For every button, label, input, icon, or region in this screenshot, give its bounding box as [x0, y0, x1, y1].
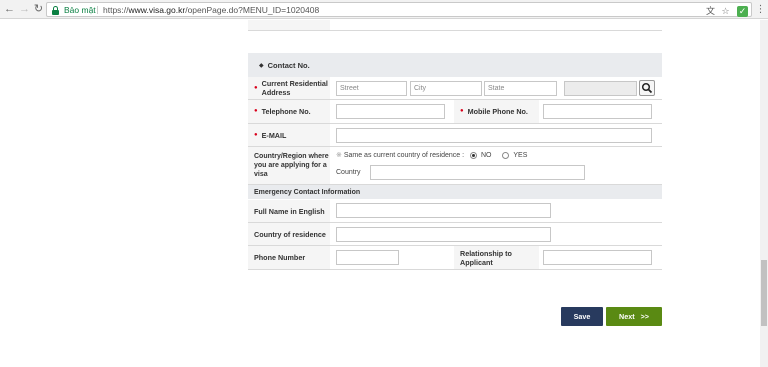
translate-icon[interactable]: 文: [705, 6, 716, 17]
secure-label: Bảo mật: [64, 5, 96, 15]
telephone-label-text: Telephone No.: [261, 107, 311, 116]
star-icon[interactable]: ☆: [720, 6, 731, 17]
extension-icon[interactable]: ✓: [737, 6, 748, 17]
reload-icon[interactable]: ↻: [32, 3, 45, 16]
relationship-label: Relationship to Applicant: [454, 246, 539, 269]
telephone-row: ● Telephone No. ● Mobile Phone No.: [248, 100, 662, 124]
yes-label[interactable]: YES: [513, 152, 527, 159]
url-host: www.visa.go.kr: [128, 5, 186, 15]
scrollbar-thumb[interactable]: [761, 260, 767, 326]
city-input[interactable]: City: [410, 81, 482, 96]
emergency-section-title: Emergency Contact Information: [254, 188, 361, 196]
telephone-label: ● Telephone No.: [248, 100, 330, 123]
email-label: ● E-MAIL: [248, 124, 330, 146]
residence-input[interactable]: [336, 227, 551, 242]
no-radio[interactable]: [470, 151, 478, 159]
state-input[interactable]: State: [484, 81, 557, 96]
previous-label-cell: [248, 20, 330, 30]
url-scheme: https://: [103, 5, 129, 15]
page-content: ◆ Contact No. ● Current Residential Addre…: [0, 20, 768, 367]
street-input[interactable]: Street: [336, 81, 407, 96]
address-label-text: Current Residential Address: [261, 79, 328, 97]
note-icon: ※: [336, 152, 342, 159]
mobile-label-text: Mobile Phone No.: [467, 107, 528, 116]
search-button[interactable]: [639, 80, 655, 96]
phone-input[interactable]: [336, 250, 399, 265]
search-icon: [641, 82, 653, 94]
phone-label: Phone Number: [248, 246, 330, 269]
menu-icon[interactable]: ⋮: [754, 3, 767, 16]
required-marker: ●: [254, 84, 258, 91]
full-name-row: Full Name in English: [248, 200, 662, 223]
next-button[interactable]: Next >>: [606, 307, 662, 326]
url-text[interactable]: https://www.visa.go.kr/openPage.do?MENU_…: [103, 5, 319, 15]
address-bar[interactable]: Bảo mật https://www.visa.go.kr/openPage.…: [46, 2, 752, 17]
previous-row: [248, 20, 662, 31]
residence-label: Country of residence: [248, 223, 330, 245]
country-label: Country: [336, 169, 361, 176]
relationship-input[interactable]: [543, 250, 652, 265]
same-as-text: Same as current country of residence :: [343, 152, 465, 159]
bullet-icon: ◆: [259, 62, 264, 69]
country-region-row: Country/Region where you are applying fo…: [248, 147, 662, 185]
full-name-input[interactable]: [336, 203, 551, 218]
lock-icon: [52, 6, 59, 15]
phone-row: Phone Number Relationship to Applicant: [248, 246, 662, 270]
address-label: ● Current Residential Address: [248, 77, 330, 99]
country-region-label: Country/Region where you are applying fo…: [248, 147, 330, 184]
postal-code-input[interactable]: [564, 81, 637, 96]
telephone-input[interactable]: [336, 104, 445, 119]
url-path: /openPage.do?MENU_ID=1020408: [185, 5, 320, 15]
required-marker: ●: [254, 108, 258, 114]
required-marker: ●: [460, 108, 464, 114]
page-scrollbar[interactable]: [760, 20, 768, 367]
email-row: ● E-MAIL: [248, 124, 662, 147]
forward-icon[interactable]: →: [18, 3, 31, 16]
back-icon[interactable]: ←: [3, 3, 16, 16]
mobile-input[interactable]: [543, 104, 652, 119]
mobile-label: ● Mobile Phone No.: [454, 100, 539, 123]
country-input[interactable]: [370, 165, 585, 180]
email-input[interactable]: [336, 128, 652, 143]
emergency-section-header: Emergency Contact Information: [248, 185, 662, 199]
browser-toolbar: ← → ↻ Bảo mật https://www.visa.go.kr/ope…: [0, 0, 768, 19]
address-row: ● Current Residential Address Street City…: [248, 77, 662, 100]
save-button[interactable]: Save: [561, 307, 603, 326]
residence-row: Country of residence: [248, 223, 662, 246]
divider: [97, 6, 98, 14]
no-label[interactable]: NO: [481, 152, 492, 159]
contact-section-header: ◆ Contact No.: [248, 53, 662, 77]
contact-section-title: Contact No.: [267, 60, 310, 70]
full-name-label: Full Name in English: [248, 200, 330, 222]
required-marker: ●: [254, 131, 258, 138]
email-label-text: E-MAIL: [261, 130, 287, 140]
yes-radio[interactable]: [502, 151, 510, 159]
same-as-residence-group: ※ Same as current country of residence :…: [336, 151, 527, 159]
